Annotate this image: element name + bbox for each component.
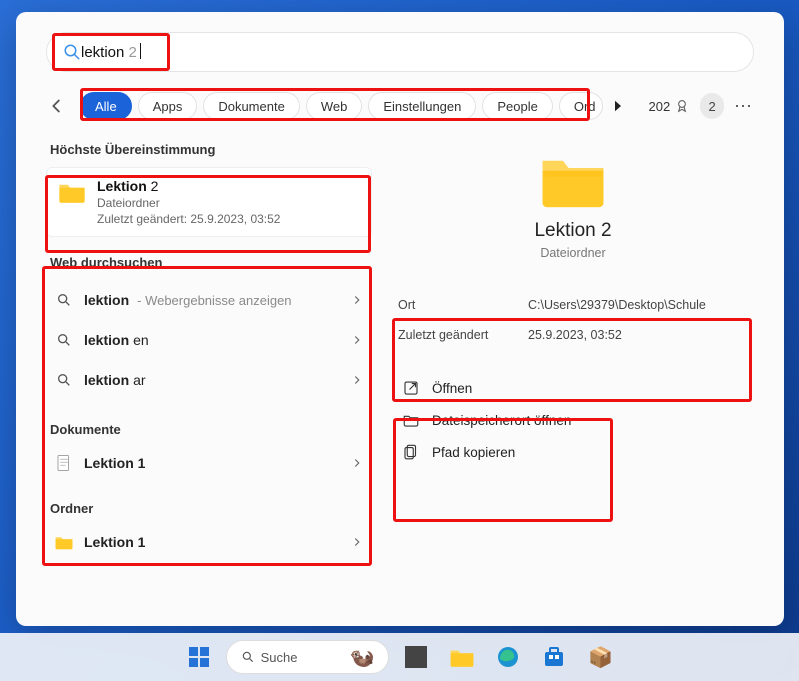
filter-tabs: Alle Apps Dokumente Web Einstellungen Pe… [78, 88, 629, 124]
taskbar-app-2[interactable]: 📦 [581, 638, 619, 676]
search-panel: lektion 2 Alle Apps Dokumente Web Einste… [16, 12, 784, 626]
best-match-modified: Zuletzt geändert: 25.9.2023, 03:52 [97, 212, 280, 226]
preview-subtitle: Dateiordner [392, 246, 754, 260]
windows-logo-icon [187, 645, 211, 669]
preview-details: OrtC:\Users\29379\Desktop\Schule Zuletzt… [398, 290, 748, 350]
search-icon [56, 332, 72, 348]
action-open[interactable]: Öffnen [398, 372, 748, 404]
search-bar[interactable]: lektion 2 [46, 32, 754, 72]
web-search-header: Web durchsuchen [50, 255, 372, 270]
taskbar: Suche 🦦 📦 [0, 633, 799, 681]
modified-value: 25.9.2023, 03:52 [528, 328, 748, 342]
tabs-scroll-right-icon[interactable] [609, 97, 627, 115]
rewards-medal-icon [674, 98, 690, 114]
store-icon [542, 645, 566, 669]
notification-badge[interactable]: 2 [700, 93, 724, 119]
search-icon [241, 650, 255, 664]
tab-settings[interactable]: Einstellungen [368, 92, 476, 120]
search-icon [56, 292, 72, 308]
open-external-icon [402, 379, 420, 397]
folder-icon [54, 534, 74, 550]
taskbar-explorer[interactable] [443, 638, 481, 676]
folder-icon [57, 180, 87, 204]
best-match-item[interactable]: Lektion 2 Dateiordner Zuletzt geändert: … [46, 167, 372, 237]
preview-pane: Lektion 2 Dateiordner OrtC:\Users\29379\… [392, 142, 754, 562]
tab-documents[interactable]: Dokumente [203, 92, 299, 120]
edge-icon [496, 645, 520, 669]
package-icon: 📦 [588, 645, 613, 670]
best-match-header: Höchste Übereinstimmung [50, 142, 372, 157]
folder-outline-icon [402, 411, 420, 429]
rewards-points[interactable]: 202 [649, 98, 691, 114]
taskbar-store[interactable] [535, 638, 573, 676]
results-column: Höchste Übereinstimmung Lektion 2 Dateio… [46, 142, 372, 562]
folder-result[interactable]: Lektion 1 [46, 522, 372, 562]
location-value: C:\Users\29379\Desktop\Schule [528, 298, 748, 312]
taskbar-search[interactable]: Suche 🦦 [226, 640, 390, 674]
tab-all[interactable]: Alle [80, 92, 132, 120]
action-open-location[interactable]: Dateispeicherort öffnen [398, 404, 748, 436]
document-icon [56, 454, 72, 472]
chevron-right-icon [350, 373, 364, 387]
back-arrow-icon[interactable] [46, 95, 68, 117]
best-match-type: Dateiordner [97, 196, 280, 210]
copy-icon [402, 443, 420, 461]
tab-apps[interactable]: Apps [138, 92, 198, 120]
folder-icon [537, 152, 609, 210]
search-icon [56, 372, 72, 388]
action-copy-path[interactable]: Pfad kopieren [398, 436, 748, 468]
location-key: Ort [398, 298, 528, 312]
search-icon [63, 43, 81, 61]
chevron-right-icon [350, 293, 364, 307]
tab-people[interactable]: People [482, 92, 552, 120]
web-result[interactable]: lektionar [46, 360, 372, 400]
taskbar-edge[interactable] [489, 638, 527, 676]
search-input[interactable] [91, 43, 290, 60]
folders-header: Ordner [50, 501, 372, 516]
start-button[interactable] [180, 638, 218, 676]
chevron-right-icon [350, 333, 364, 347]
chevron-right-icon [350, 456, 364, 470]
web-result[interactable]: lektion - Webergebnisse anzeigen [46, 280, 372, 320]
document-result[interactable]: Lektion 1 [46, 443, 372, 483]
web-result[interactable]: lektionen [46, 320, 372, 360]
chevron-right-icon [350, 535, 364, 549]
documents-header: Dokumente [50, 422, 372, 437]
modified-key: Zuletzt geändert [398, 328, 528, 342]
taskbar-app[interactable] [397, 638, 435, 676]
taskbar-search-illustration: 🦦 [349, 645, 374, 670]
more-options-icon[interactable]: ⋯ [734, 96, 754, 117]
tab-web[interactable]: Web [306, 92, 363, 120]
folder-icon [449, 646, 475, 668]
best-match-title: Lektion 2 [97, 178, 280, 194]
tab-folders-cut[interactable]: Ord [559, 92, 603, 120]
preview-title: Lektion 2 [392, 220, 754, 242]
